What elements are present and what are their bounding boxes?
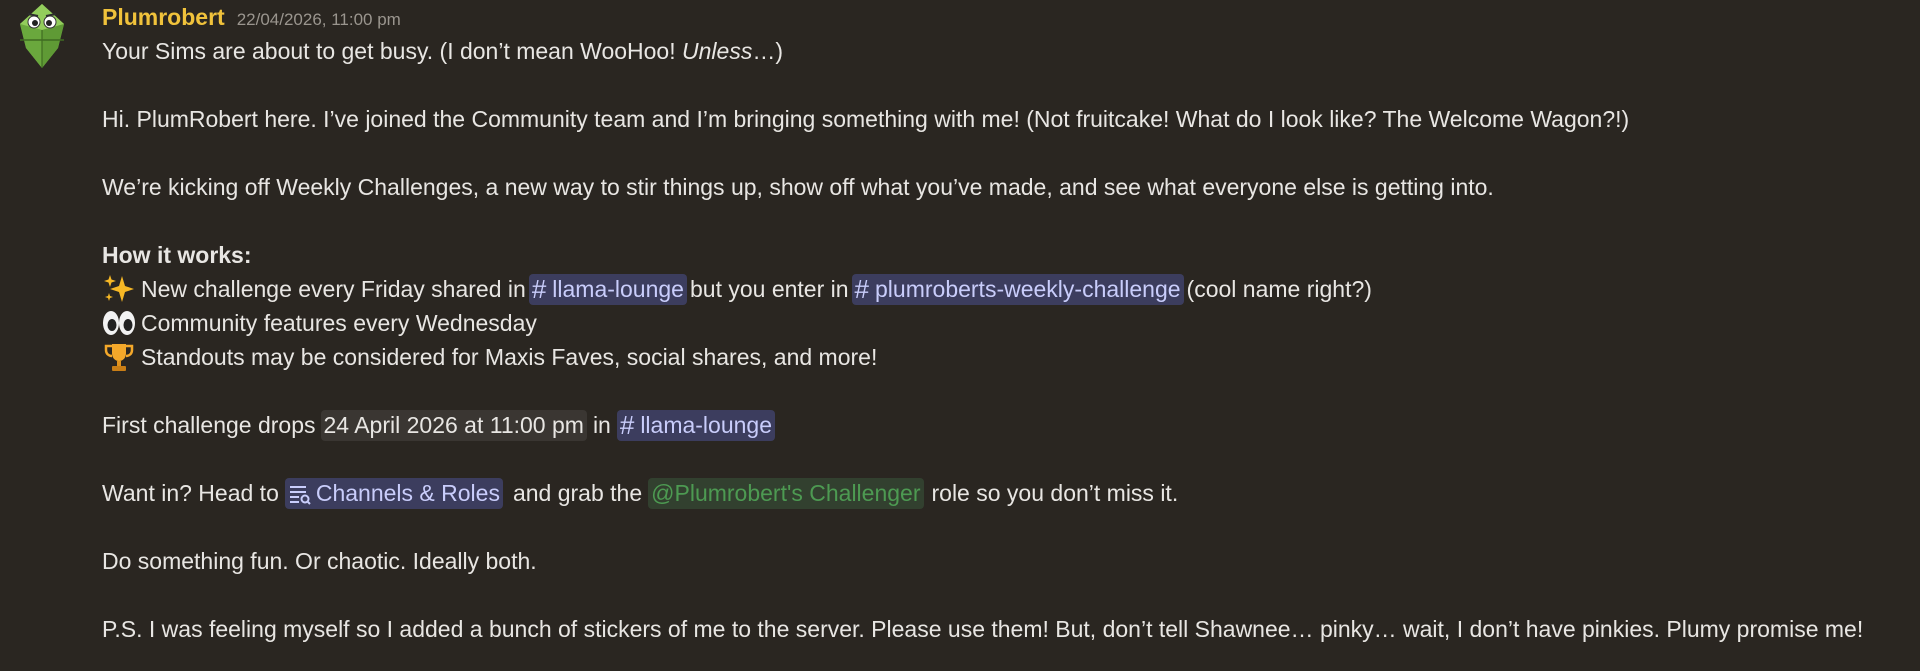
sparkles-icon: [102, 273, 136, 305]
timestamp-chip[interactable]: 24 April 2026 at 11:00 pm: [320, 409, 587, 441]
channels-roles-link[interactable]: Channels & Roles: [284, 477, 503, 509]
message-content: Your Sims are about to get busy. (I don’…: [102, 34, 1902, 646]
channel-mention-llama-lounge[interactable]: # llama-lounge: [528, 273, 687, 305]
text: role so you don’t miss it.: [931, 480, 1179, 506]
text: …): [752, 38, 783, 64]
bold-heading: How it works:: [102, 242, 252, 268]
text: First challenge drops: [102, 412, 316, 438]
text: New challenge every Friday shared in: [141, 276, 526, 302]
text: Your Sims are about to get busy. (I don’…: [102, 38, 683, 64]
message-line-3: We’re kicking off Weekly Challenges, a n…: [102, 170, 1902, 204]
text: We’re kicking off Weekly Challenges, a n…: [102, 174, 1494, 200]
message-line-2: Hi. PlumRobert here. I’ve joined the Com…: [102, 102, 1902, 136]
hash-icon: #: [619, 410, 635, 440]
message-line-1: Your Sims are about to get busy. (I don’…: [102, 34, 1902, 68]
text: but you enter in: [689, 276, 849, 302]
trophy-icon: [102, 341, 136, 373]
bullet-line-1: New challenge every Friday shared in # l…: [102, 272, 1902, 306]
hash-icon: #: [854, 274, 870, 304]
author-username[interactable]: Plumrobert: [102, 4, 225, 31]
text: Do something fun. Or chaotic. Ideally bo…: [102, 548, 537, 574]
fun-line: Do something fun. Or chaotic. Ideally bo…: [102, 544, 1902, 578]
role-mention-challenger[interactable]: @Plumrobert's Challenger: [648, 477, 924, 509]
channels-roles-label: Channels & Roles: [315, 480, 500, 506]
chat-message: Plumrobert 22/04/2026, 11:00 pm Your Sim…: [0, 0, 1920, 671]
text: Community features every Wednesday: [141, 310, 537, 336]
bullet-line-2: Community features every Wednesday: [102, 306, 1902, 340]
text: in: [592, 412, 611, 438]
text: P.S. I was feeling myself so I added a b…: [102, 616, 1864, 642]
italic-text: Unless: [682, 38, 753, 64]
channel-name: llama-lounge: [552, 276, 684, 302]
how-it-works-heading: How it works:: [102, 238, 1902, 272]
text: Standouts may be considered for Maxis Fa…: [141, 344, 878, 370]
text: Hi. PlumRobert here. I’ve joined the Com…: [102, 106, 1630, 132]
text: Want in? Head to: [102, 480, 279, 506]
bullet-line-3: Standouts may be considered for Maxis Fa…: [102, 340, 1902, 374]
channel-name: plumroberts-weekly-challenge: [875, 276, 1181, 302]
channel-mention-llama-lounge[interactable]: # llama-lounge: [616, 409, 776, 441]
message-timestamp[interactable]: 22/04/2026, 11:00 pm: [237, 10, 401, 30]
channels-roles-icon: [288, 481, 312, 505]
text: (cool name right?): [1186, 276, 1372, 302]
want-in-line: Want in? Head to Channels & Roles and gr…: [102, 476, 1902, 510]
plumbob-avatar-icon: [20, 4, 64, 68]
message-header: Plumrobert 22/04/2026, 11:00 pm: [102, 4, 401, 34]
channel-mention-weekly-challenge[interactable]: # plumroberts-weekly-challenge: [851, 273, 1184, 305]
hash-icon: #: [531, 274, 547, 304]
ps-line: P.S. I was feeling myself so I added a b…: [102, 612, 1902, 646]
channel-name: llama-lounge: [640, 412, 773, 438]
drops-line: First challenge drops 24 April 2026 at 1…: [102, 408, 1902, 442]
eyes-icon: [102, 307, 136, 339]
text: and grab the: [512, 480, 643, 506]
avatar[interactable]: [12, 2, 72, 70]
